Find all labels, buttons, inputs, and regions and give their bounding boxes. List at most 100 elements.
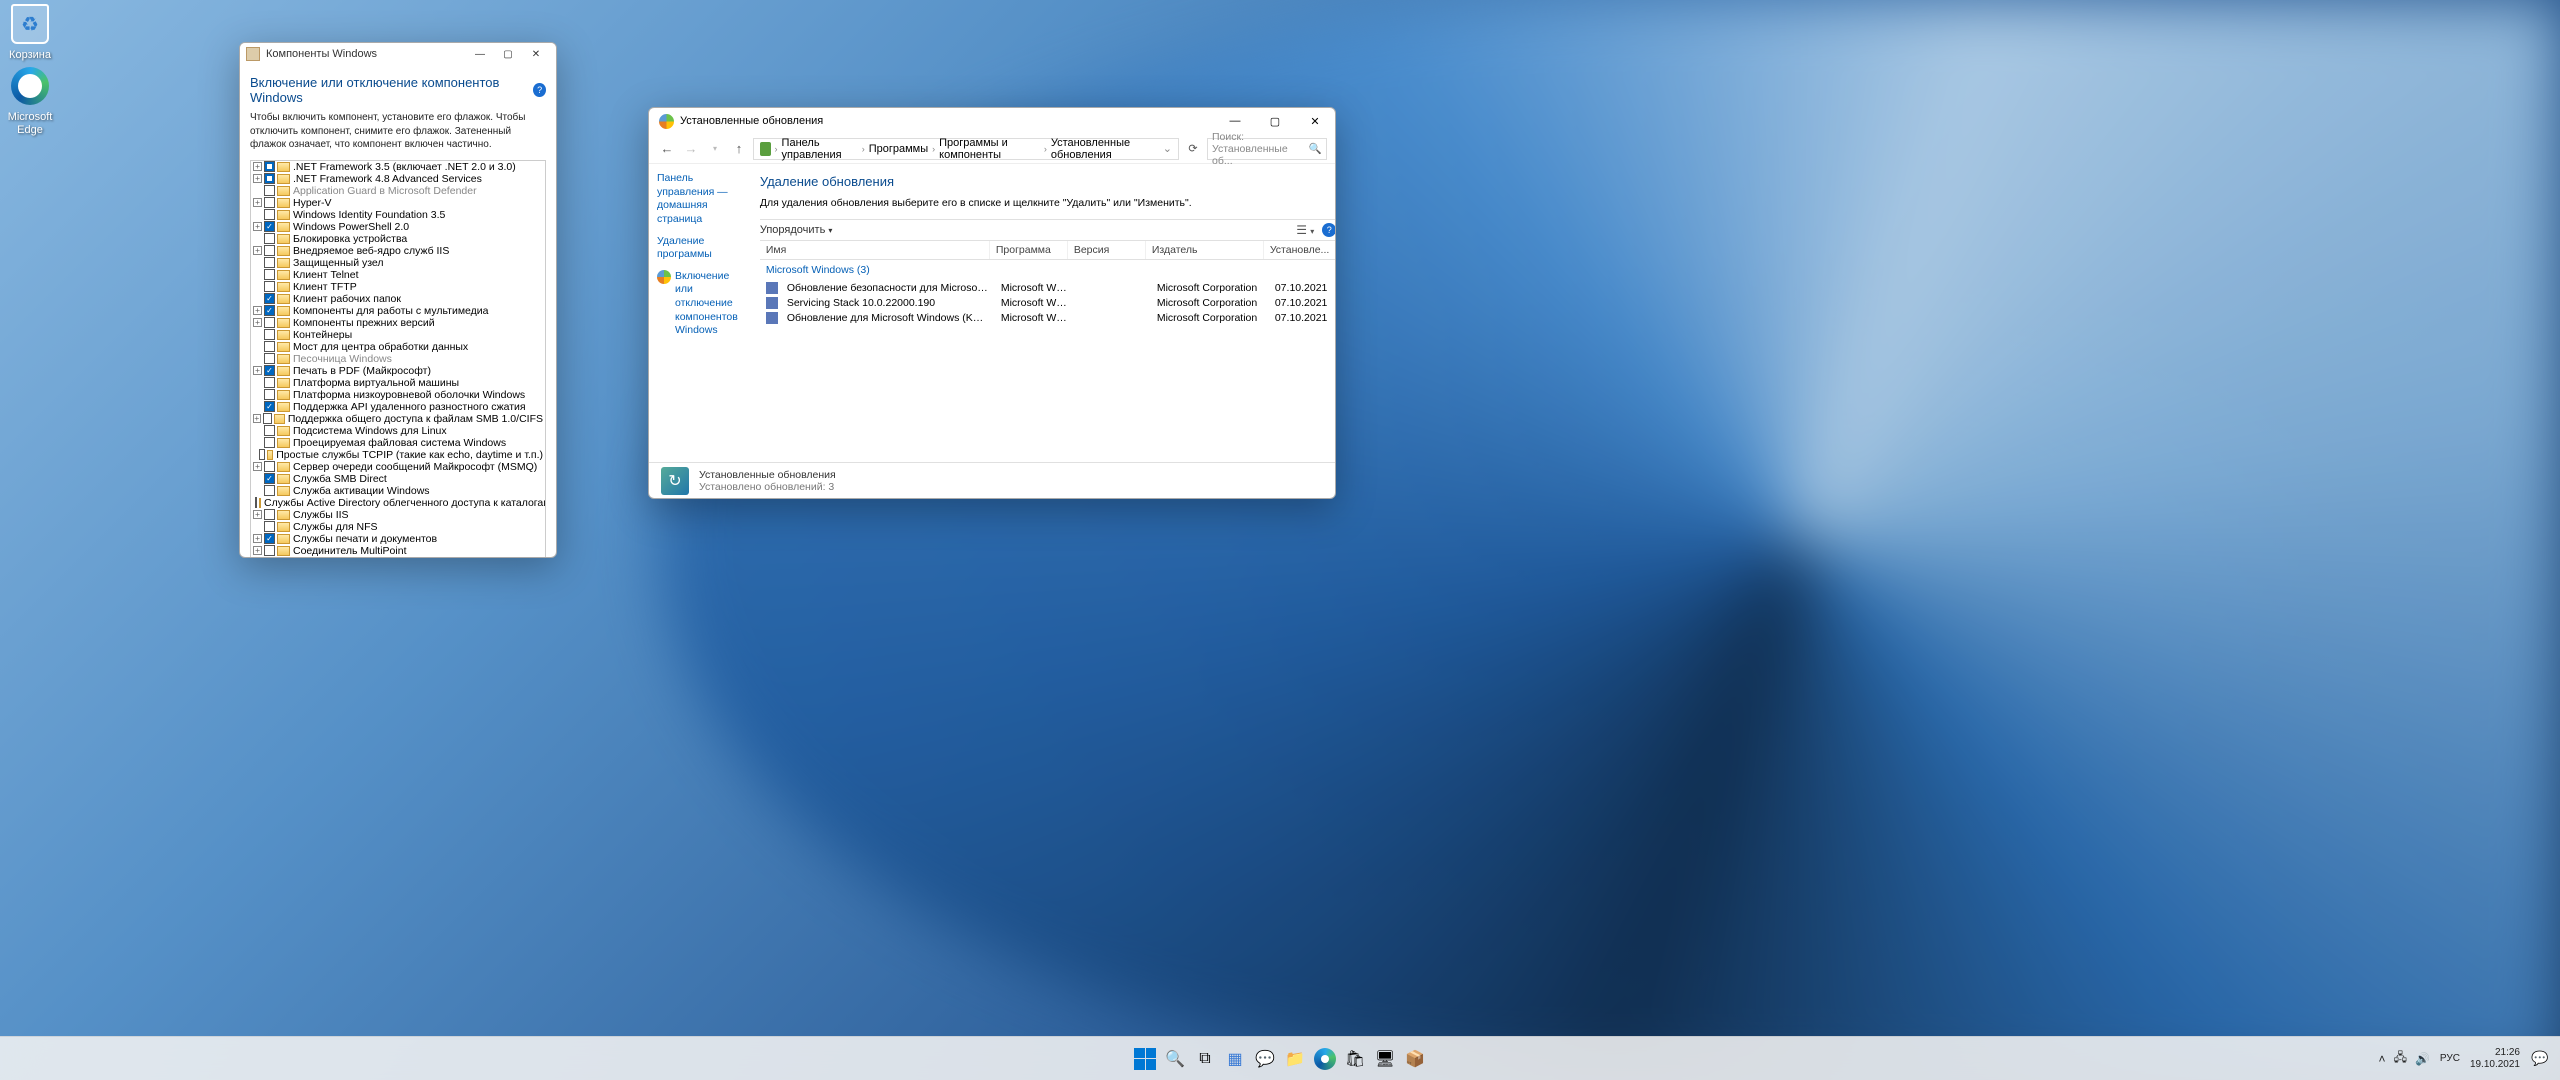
feature-item[interactable]: Блокировка устройства: [251, 233, 545, 245]
feature-item[interactable]: +✓Службы печати и документов: [251, 533, 545, 545]
crumb-item[interactable]: Программы: [869, 143, 928, 155]
feature-checkbox[interactable]: [264, 209, 275, 220]
store-button[interactable]: 🛍: [1342, 1046, 1368, 1072]
feature-checkbox[interactable]: ✓: [264, 557, 275, 558]
feature-checkbox[interactable]: ✓: [264, 221, 275, 232]
organize-button[interactable]: Упорядочить ▾: [760, 224, 832, 236]
feature-item[interactable]: ✓Клиент рабочих папок: [251, 293, 545, 305]
group-header[interactable]: Microsoft Windows (3): [760, 260, 1336, 280]
feature-checkbox[interactable]: [264, 353, 275, 364]
feature-checkbox[interactable]: [259, 449, 265, 460]
feature-item[interactable]: Защищенный узел: [251, 257, 545, 269]
task-view-button[interactable]: ⧉: [1192, 1046, 1218, 1072]
widgets-button[interactable]: ▦: [1222, 1046, 1248, 1072]
feature-checkbox[interactable]: ✓: [264, 293, 275, 304]
desktop-icon-edge[interactable]: Microsoft Edge: [0, 64, 65, 137]
feature-item[interactable]: +Соединитель MultiPoint: [251, 545, 545, 557]
feature-item[interactable]: Служба активации Windows: [251, 485, 545, 497]
system-tray[interactable]: ˄ 🖧 🔊: [2379, 1048, 2430, 1069]
feature-item[interactable]: +✓Компоненты для работы с мультимедиа: [251, 305, 545, 317]
feature-checkbox[interactable]: ✓: [264, 305, 275, 316]
forward-button[interactable]: →: [681, 139, 701, 159]
feature-item[interactable]: Службы Active Directory облегченного дос…: [251, 497, 545, 509]
feature-item[interactable]: +Hyper-V: [251, 197, 545, 209]
minimize-button[interactable]: —: [466, 44, 494, 64]
expand-toggle[interactable]: +: [253, 546, 262, 555]
feature-item[interactable]: +Службы IIS: [251, 509, 545, 521]
feature-checkbox[interactable]: [264, 329, 275, 340]
up-button[interactable]: ↑: [729, 139, 749, 159]
table-header[interactable]: Имя Программа Версия Издатель Установле.…: [760, 241, 1336, 260]
expand-toggle[interactable]: +: [253, 162, 262, 171]
crumb-item[interactable]: Установленные обновления: [1051, 137, 1159, 161]
feature-checkbox[interactable]: [264, 389, 275, 400]
volume-icon[interactable]: 🔊: [2415, 1052, 2430, 1066]
feature-item[interactable]: Песочница Windows: [251, 353, 545, 365]
feature-item[interactable]: Application Guard в Microsoft Defender: [251, 185, 545, 197]
update-row[interactable]: Обновление для Microsoft Windows (KB5004…: [760, 310, 1336, 325]
feature-checkbox[interactable]: [264, 521, 275, 532]
feature-checkbox[interactable]: [264, 281, 275, 292]
feature-item[interactable]: +.NET Framework 3.5 (включает .NET 2.0 и…: [251, 161, 545, 173]
search-button[interactable]: 🔍: [1162, 1046, 1188, 1072]
feature-checkbox[interactable]: [264, 461, 275, 472]
feature-item[interactable]: +Поддержка общего доступа к файлам SMB 1…: [251, 413, 545, 425]
chevron-down-icon[interactable]: ⌄: [1163, 142, 1172, 155]
feature-item[interactable]: ✓Служба SMB Direct: [251, 473, 545, 485]
crumb-item[interactable]: Панель управления: [782, 137, 858, 161]
expand-toggle[interactable]: +: [253, 222, 262, 231]
feature-item[interactable]: +Сервер очереди сообщений Майкрософт (MS…: [251, 461, 545, 473]
feature-checkbox[interactable]: [264, 485, 275, 496]
recent-dropdown[interactable]: ▾: [705, 139, 725, 159]
feature-checkbox[interactable]: [264, 245, 275, 256]
feature-checkbox[interactable]: [264, 197, 275, 208]
refresh-button[interactable]: ⟳: [1183, 142, 1203, 155]
feature-checkbox[interactable]: ✓: [264, 365, 275, 376]
feature-checkbox[interactable]: [264, 509, 275, 520]
search-input[interactable]: Поиск: Установленные об... 🔍: [1207, 138, 1327, 160]
feature-item[interactable]: Мост для центра обработки данных: [251, 341, 545, 353]
feature-checkbox[interactable]: ✓: [264, 473, 275, 484]
col-name[interactable]: Имя: [760, 241, 990, 259]
col-publisher[interactable]: Издатель: [1146, 241, 1264, 259]
start-button[interactable]: [1132, 1046, 1158, 1072]
feature-item[interactable]: +Внедряемое веб-ядро служб IIS: [251, 245, 545, 257]
feature-checkbox[interactable]: ✓: [264, 401, 275, 412]
expand-toggle[interactable]: +: [253, 246, 262, 255]
update-row[interactable]: Обновление безопасности для Microsoft Wi…: [760, 280, 1336, 295]
notifications-button[interactable]: 💬: [2530, 1050, 2550, 1067]
feature-checkbox[interactable]: ✓: [264, 533, 275, 544]
features-taskbar[interactable]: 📦: [1402, 1046, 1428, 1072]
clock[interactable]: 21:26 19.10.2021: [2470, 1047, 2520, 1071]
expand-toggle[interactable]: +: [253, 510, 262, 519]
feature-item[interactable]: Платформа виртуальной машины: [251, 377, 545, 389]
feature-checkbox[interactable]: [264, 317, 275, 328]
feature-item[interactable]: Клиент TFTP: [251, 281, 545, 293]
feature-checkbox[interactable]: [264, 233, 275, 244]
expand-toggle[interactable]: +: [253, 366, 262, 375]
maximize-button[interactable]: ▢: [494, 44, 522, 64]
tray-chevron-icon[interactable]: ˄: [2379, 1052, 2386, 1066]
feature-item[interactable]: Простые службы TCPIP (такие как echo, da…: [251, 449, 545, 461]
feature-item[interactable]: ✓Средство записи XPS-документов (Microso…: [251, 557, 545, 559]
help-icon[interactable]: ?: [533, 83, 546, 97]
feature-checkbox[interactable]: [264, 161, 275, 172]
help-icon[interactable]: ?: [1322, 223, 1336, 237]
breadcrumb[interactable]: › Панель управления› Программы› Программ…: [753, 138, 1179, 160]
feature-checkbox[interactable]: [264, 545, 275, 556]
feature-item[interactable]: Платформа низкоуровневой оболочки Window…: [251, 389, 545, 401]
expand-toggle[interactable]: +: [253, 318, 262, 327]
feature-checkbox[interactable]: [264, 173, 275, 184]
feature-item[interactable]: Службы для NFS: [251, 521, 545, 533]
feature-checkbox[interactable]: [264, 377, 275, 388]
sidebar-home[interactable]: Панель управления — домашняя страница: [657, 172, 738, 227]
feature-item[interactable]: +Компоненты прежних версий: [251, 317, 545, 329]
feature-checkbox[interactable]: [263, 413, 272, 424]
back-button[interactable]: ←: [657, 139, 677, 159]
update-row[interactable]: Servicing Stack 10.0.22000.190 Microsoft…: [760, 295, 1336, 310]
view-button[interactable]: ☰ ▾: [1296, 223, 1314, 237]
features-tree[interactable]: +.NET Framework 3.5 (включает .NET 2.0 и…: [250, 160, 546, 559]
language-indicator[interactable]: РУС: [2440, 1053, 2460, 1064]
feature-item[interactable]: +✓Windows PowerShell 2.0: [251, 221, 545, 233]
feature-item[interactable]: +✓Печать в PDF (Майкрософт): [251, 365, 545, 377]
